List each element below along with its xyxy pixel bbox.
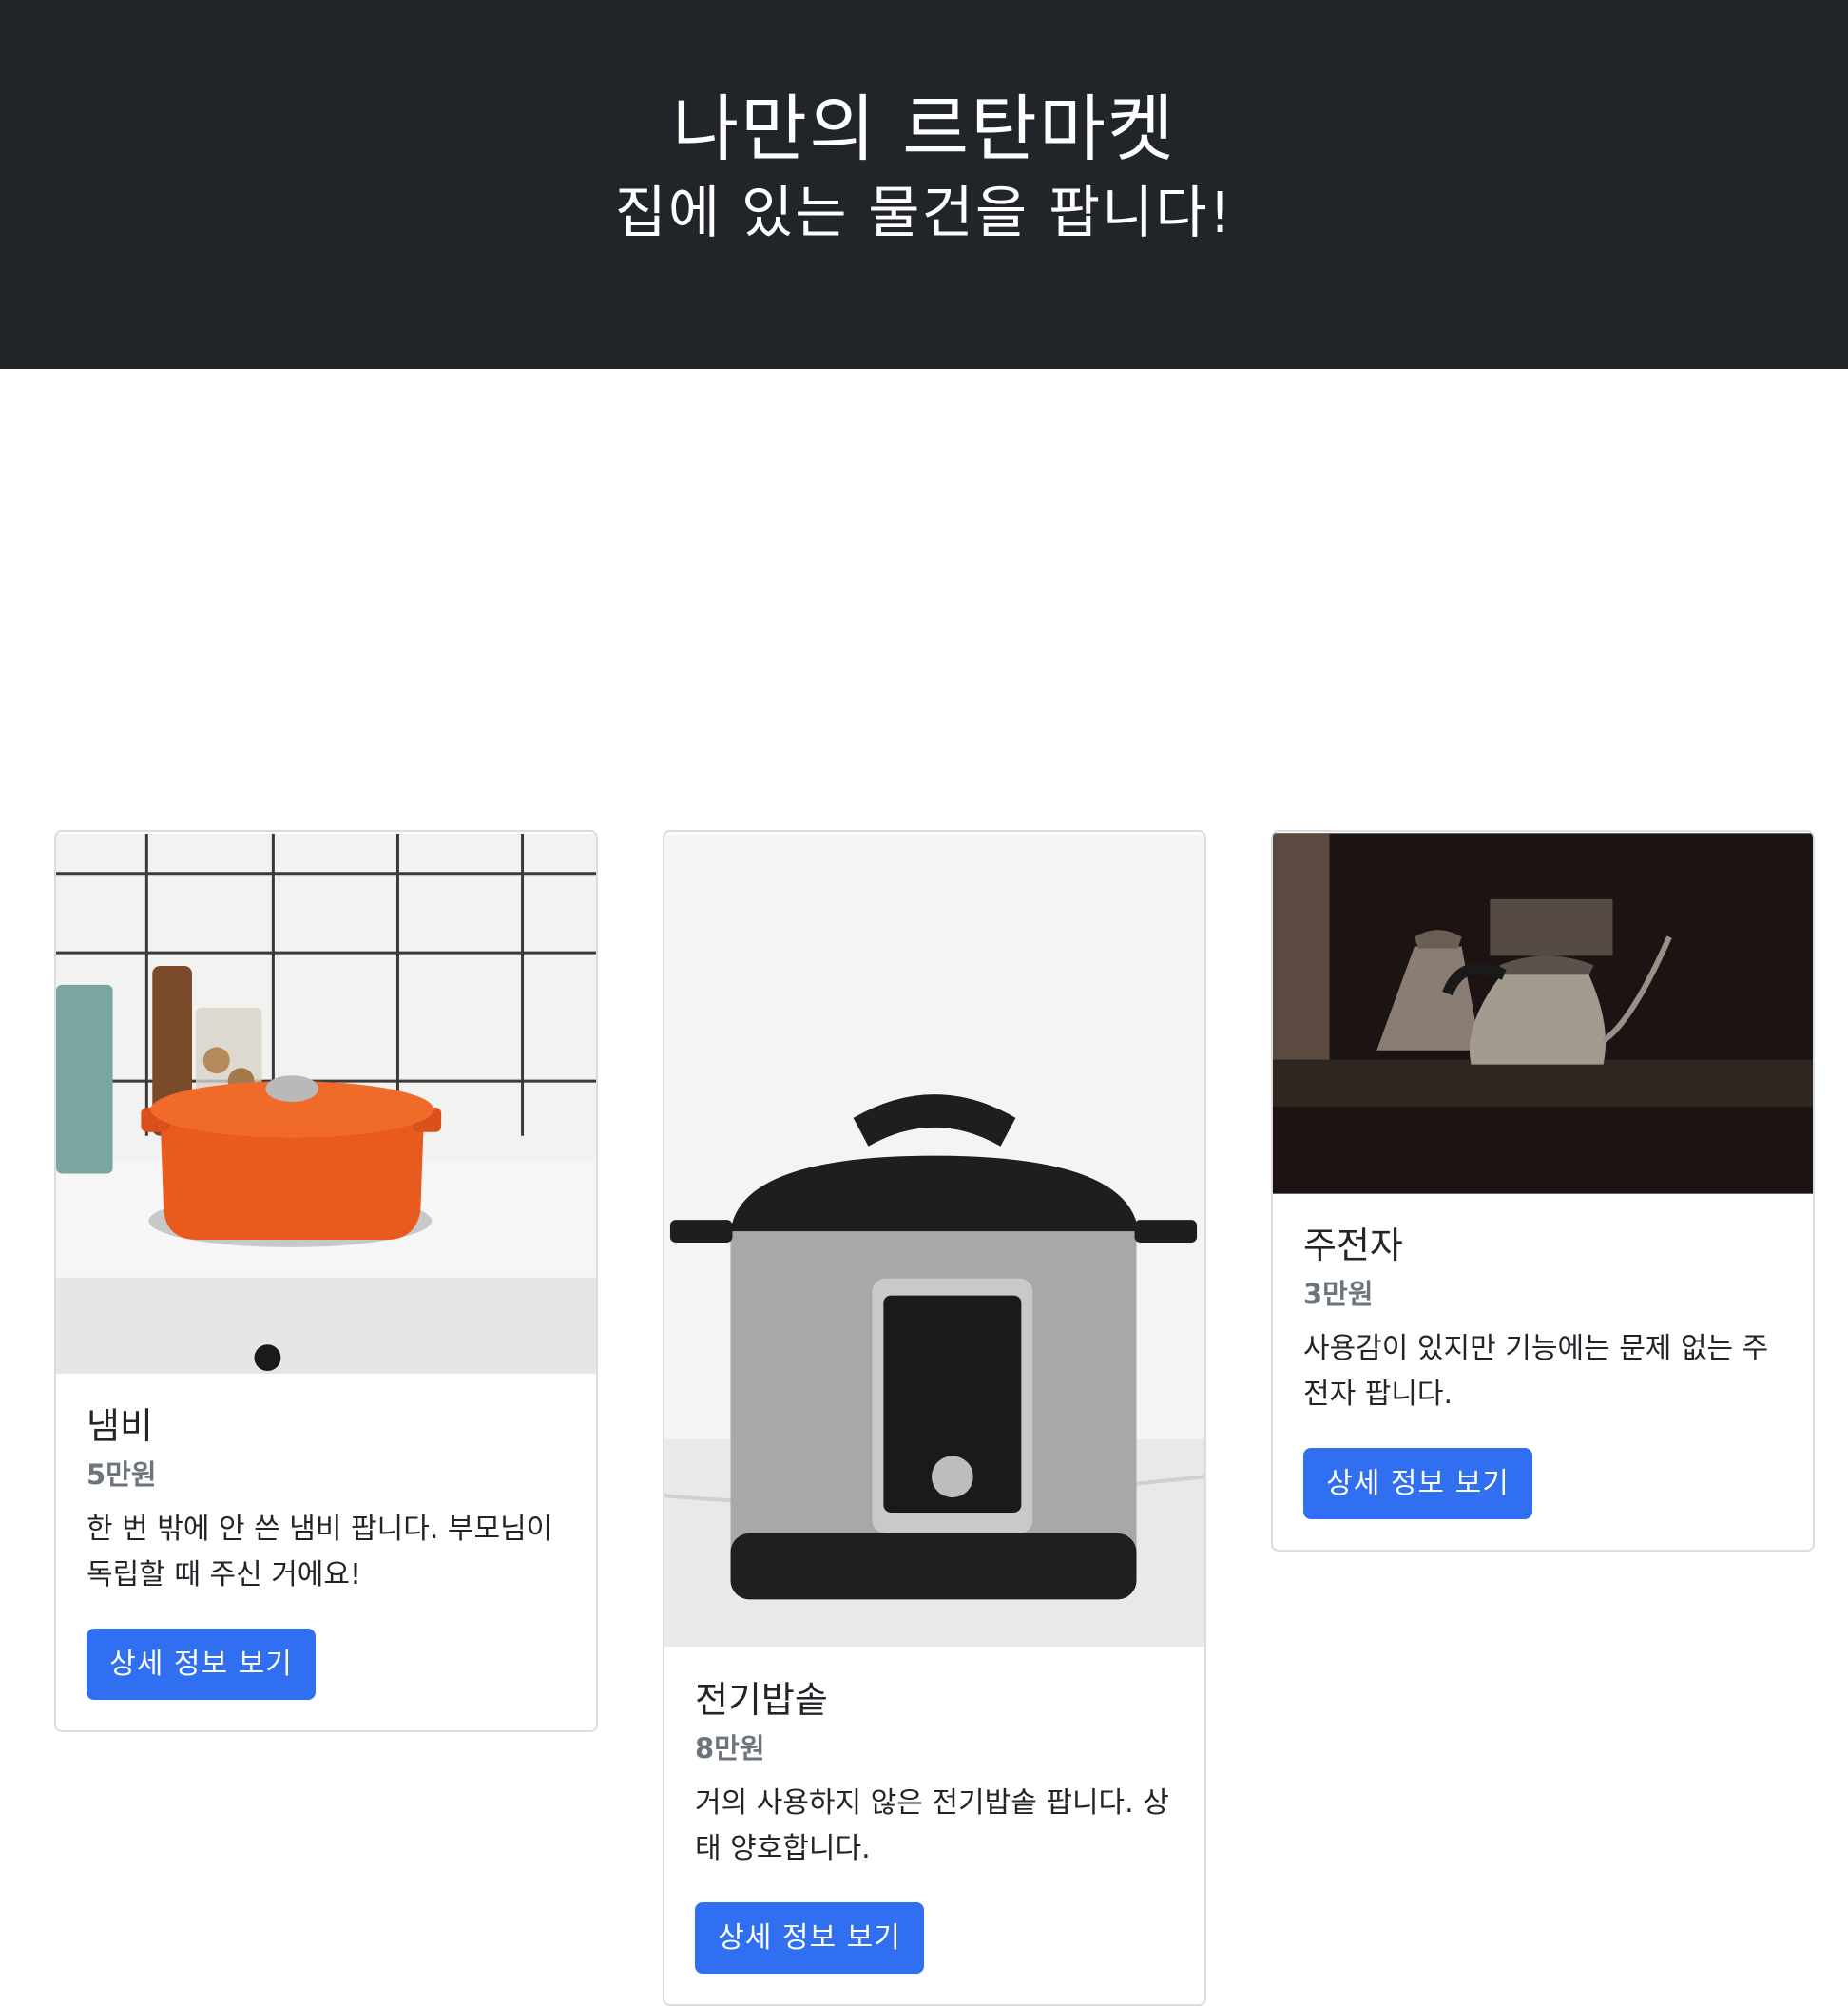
- card-body: 주전자 3만원 사용감이 있지만 기능에는 문제 없는 주전자 팝니다. 상세 …: [1273, 1195, 1813, 1550]
- card-body: 냄비 5만원 한 번 밖에 안 쓴 냄비 팝니다. 부모님이 독립할 때 주신 …: [56, 1376, 596, 1730]
- product-description: 거의 사용하지 않은 전기밥솥 팝니다. 상태 양호합니다.: [695, 1786, 1169, 1865]
- product-card-pot: 냄비 5만원 한 번 밖에 안 쓴 냄비 팝니다. 부모님이 독립할 때 주신 …: [54, 830, 598, 1732]
- hero-banner: 나만의 르탄마켓 집에 있는 물건을 팝니다!: [0, 0, 1848, 369]
- detail-button[interactable]: 상세 정보 보기: [695, 1902, 924, 1974]
- product-price: 5만원: [87, 1458, 157, 1491]
- hero-title: 나만의 르탄마켓: [672, 87, 1176, 171]
- product-title: 주전자: [1303, 1225, 1403, 1266]
- pot-image: [56, 834, 596, 1374]
- rice-cooker-image: [664, 835, 1204, 1647]
- detail-button[interactable]: 상세 정보 보기: [87, 1629, 316, 1700]
- product-description: 한 번 밖에 안 쓴 냄비 팝니다. 부모님이 독립할 때 주신 거에요!: [87, 1513, 553, 1591]
- product-card-rice-cooker: 전기밥솥 8만원 거의 사용하지 않은 전기밥솥 팝니다. 상태 양호합니다. …: [663, 830, 1206, 2006]
- product-card-kettle: 주전자 3만원 사용감이 있지만 기능에는 문제 없는 주전자 팝니다. 상세 …: [1271, 830, 1815, 1552]
- product-title: 냄비: [87, 1405, 153, 1447]
- detail-button[interactable]: 상세 정보 보기: [1303, 1448, 1532, 1519]
- product-price: 8만원: [695, 1732, 765, 1765]
- product-title: 전기밥솥: [695, 1679, 828, 1721]
- card-body: 전기밥솥 8만원 거의 사용하지 않은 전기밥솥 팝니다. 상태 양호합니다. …: [664, 1649, 1204, 2004]
- kettle-image: [1273, 833, 1813, 1194]
- hero-subtitle: 집에 있는 물건을 팝니다!: [614, 180, 1234, 245]
- product-price: 3만원: [1303, 1278, 1374, 1310]
- product-description: 사용감이 있지만 기능에는 문제 없는 주전자 팝니다.: [1303, 1332, 1769, 1411]
